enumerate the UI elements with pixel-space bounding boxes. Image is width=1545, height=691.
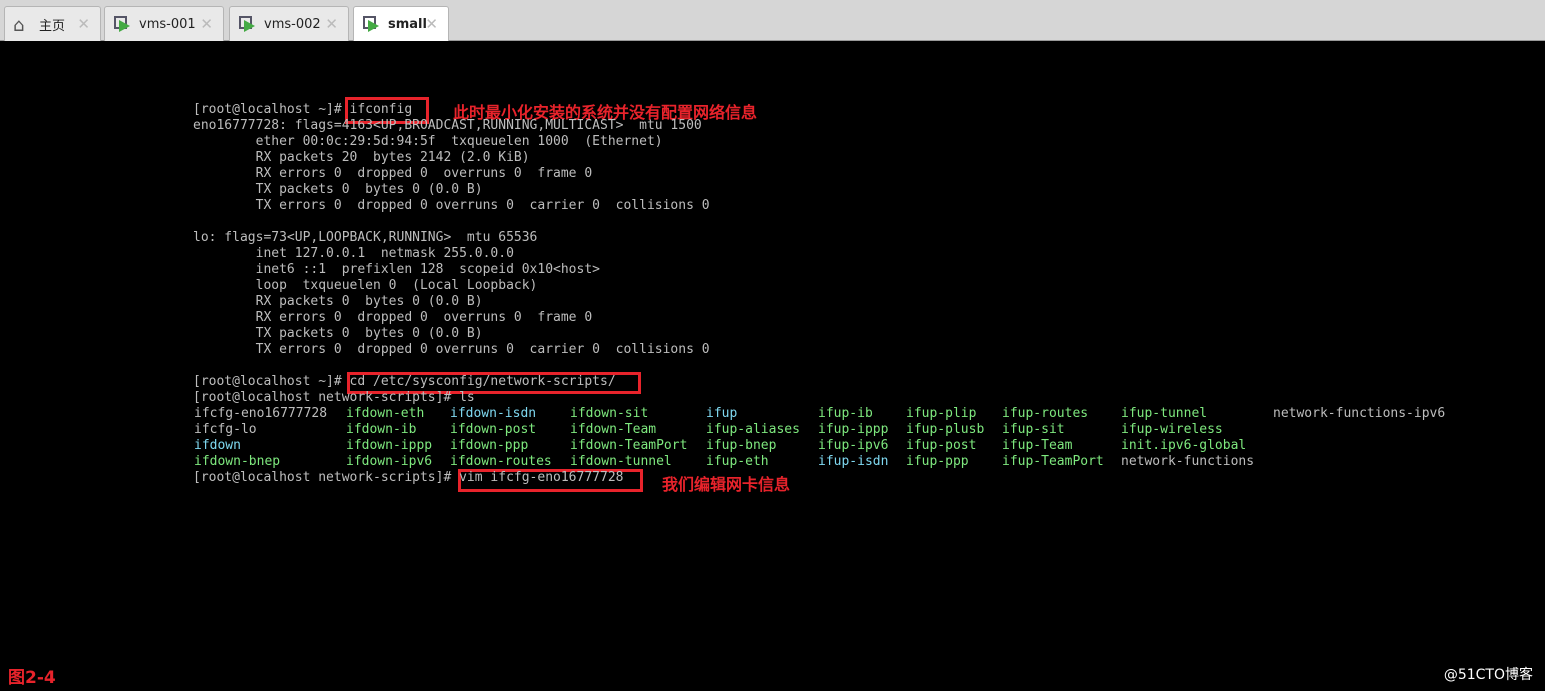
ls-entry: ifdown-tunnel [570, 454, 672, 469]
ls-entry: ifcfg-lo [194, 422, 257, 437]
terminal-line: RX packets 20 bytes 2142 (2.0 KiB) [193, 150, 530, 165]
tab-label: vms-002 [264, 16, 321, 32]
ls-entry: ifup-isdn [818, 454, 889, 469]
ls-entry: init.ipv6-global [1121, 438, 1247, 453]
ls-entry: ifup-wireless [1121, 422, 1223, 437]
tab-small[interactable]: small ✕ [353, 6, 449, 41]
ls-entry: ifup-eth [706, 454, 769, 469]
vm-icon [362, 15, 382, 33]
ls-entry: ifup-routes [1002, 406, 1089, 421]
close-icon[interactable]: ✕ [200, 15, 213, 33]
tab-label: 主页 [39, 18, 66, 34]
terminal-line: [root@localhost ~]# cd /etc/sysconfig/ne… [193, 374, 616, 389]
terminal-line: inet 127.0.0.1 netmask 255.0.0.0 [193, 246, 514, 261]
ls-entry: ifdown-post [450, 422, 537, 437]
ls-entry: ifdown-isdn [450, 406, 537, 421]
terminal-line: [root@localhost ~]# ifconfig [193, 102, 413, 117]
terminal-line: RX errors 0 dropped 0 overruns 0 frame 0 [193, 310, 593, 325]
tab-bar: ⌂ 主页 ✕ vms-001 ✕ vms-002 ✕ small ✕ [0, 0, 1545, 41]
ls-entry: ifdown [194, 438, 241, 453]
ls-entry: ifdown-Team [570, 422, 657, 437]
terminal-line: lo: flags=73<UP,LOOPBACK,RUNNING> mtu 65… [193, 230, 538, 245]
terminal-line: RX errors 0 dropped 0 overruns 0 frame 0 [193, 166, 593, 181]
tab-vms-001[interactable]: vms-001 ✕ [104, 6, 224, 41]
ls-entry: ifup-ippp [818, 422, 889, 437]
terminal-line: ether 00:0c:29:5d:94:5f txqueuelen 1000 … [193, 134, 663, 149]
ls-entry: ifup [706, 406, 738, 421]
ls-entry: ifup-plip [906, 406, 977, 421]
annotation-vim: 我们编辑网卡信息 [662, 475, 791, 494]
ls-entry: ifup-sit [1002, 422, 1065, 437]
terminal-line: TX errors 0 dropped 0 overruns 0 carrier… [193, 198, 710, 213]
tab-label: small [388, 16, 427, 32]
ls-entry: ifdown-ppp [450, 438, 529, 453]
tab-label: vms-001 [139, 16, 196, 32]
ls-entry: ifup-ipv6 [818, 438, 889, 453]
ls-entry: ifdown-bnep [194, 454, 281, 469]
ls-entry: ifcfg-eno16777728 [194, 406, 328, 421]
vm-icon [113, 15, 133, 33]
ls-entry: ifup-post [906, 438, 977, 453]
ls-entry: ifup-ppp [906, 454, 969, 469]
terminal-line: eno16777728: flags=4163<UP,BROADCAST,RUN… [193, 118, 702, 133]
terminal-line: TX errors 0 dropped 0 overruns 0 carrier… [193, 342, 710, 357]
ls-entry: ifdown-routes [450, 454, 552, 469]
ls-entry: ifup-Team [1002, 438, 1073, 453]
home-icon: ⌂ [13, 15, 25, 36]
ls-entry: ifdown-ipv6 [346, 454, 433, 469]
terminal-line: RX packets 0 bytes 0 (0.0 B) [193, 294, 483, 309]
ls-entry: network-functions-ipv6 [1273, 406, 1446, 421]
ls-entry: ifdown-ib [346, 422, 417, 437]
ls-entry: ifup-TeamPort [1002, 454, 1104, 469]
ls-entry: network-functions [1121, 454, 1255, 469]
terminal-line: [root@localhost network-scripts]# ls [193, 390, 475, 405]
close-icon[interactable]: ✕ [325, 15, 338, 33]
watermark: @51CTO博客 [1443, 667, 1533, 683]
figure-label: 图2-4 [8, 668, 56, 688]
terminal-line: TX packets 0 bytes 0 (0.0 B) [193, 326, 483, 341]
ls-entry: ifdown-ippp [346, 438, 433, 453]
ls-entry: ifup-ib [818, 406, 873, 421]
tab-主页[interactable]: ⌂ 主页 ✕ [4, 6, 101, 41]
ls-entry: ifdown-eth [346, 406, 425, 421]
ls-entry: ifup-plusb [906, 422, 985, 437]
ls-entry: ifdown-sit [570, 406, 649, 421]
close-icon[interactable]: ✕ [77, 15, 90, 33]
terminal-line: TX packets 0 bytes 0 (0.0 B) [193, 182, 483, 197]
ls-entry: ifdown-TeamPort [570, 438, 688, 453]
terminal-line: inet6 ::1 prefixlen 128 scopeid 0x10<hos… [193, 262, 600, 277]
ls-entry: ifup-bnep [706, 438, 777, 453]
close-icon[interactable]: ✕ [425, 15, 438, 33]
terminal-line-vim: [root@localhost network-scripts]# vim if… [193, 470, 624, 485]
ls-entry: ifup-tunnel [1121, 406, 1208, 421]
vm-icon [238, 15, 258, 33]
tab-vms-002[interactable]: vms-002 ✕ [229, 6, 349, 41]
ls-entry: ifup-aliases [706, 422, 800, 437]
terminal-line: loop txqueuelen 0 (Local Loopback) [193, 278, 538, 293]
